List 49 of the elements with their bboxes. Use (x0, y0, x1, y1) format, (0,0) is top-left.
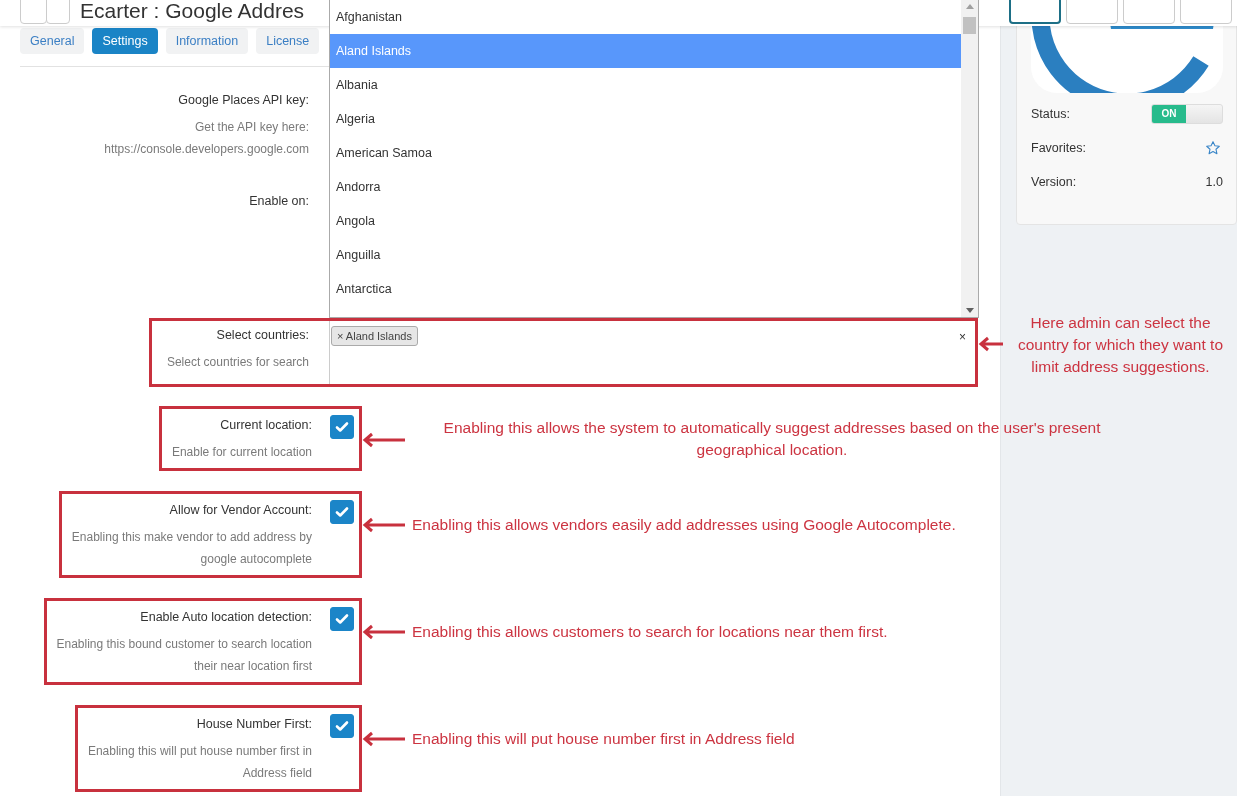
checkbox[interactable] (330, 500, 354, 524)
country-tag[interactable]: × Aland Islands (331, 326, 418, 346)
tab[interactable]: Information (165, 28, 249, 54)
toolbar-button[interactable] (1009, 0, 1061, 24)
field-label: House Number First: (195, 716, 312, 733)
field-label: Enable Auto location detection: (139, 609, 312, 626)
field-label: Select countries: (215, 327, 309, 344)
favorites-label: Favorites: (1031, 141, 1086, 155)
dropdown-option[interactable]: American Samoa (330, 136, 961, 170)
checkbox[interactable] (330, 607, 354, 631)
scrollbar-thumb[interactable] (963, 17, 976, 34)
nav-button[interactable] (46, 0, 70, 24)
annotation-text: Enabling this allows customers to search for locations near them first. (412, 622, 888, 642)
dropdown-option[interactable]: Anguilla (330, 238, 961, 272)
dropdown-option[interactable]: Afghanistan (330, 0, 961, 34)
page-title: Ecarter : Google Addres (80, 0, 305, 24)
checkbox[interactable] (330, 714, 354, 738)
annotation-text: Here admin can select the country for which they want to limit address suggestions. (1016, 313, 1224, 377)
annotation-text: Enabling this will put house number first in Address field (412, 729, 795, 749)
field-hint: Enabling this make vendor to add address by google autocomplete (71, 529, 312, 568)
field-hint: Get the API key here: https://console.developers.google.com (103, 119, 309, 158)
clear-button[interactable]: × (959, 330, 966, 344)
field-label: Current location: (219, 417, 312, 434)
field-label: Enable on: (248, 193, 309, 210)
status-label: Status: (1031, 107, 1070, 121)
dropdown-option[interactable]: Antarctica (330, 272, 961, 306)
field-hint: Enabling this bound customer to search location their near location first (56, 636, 312, 675)
dropdown-option[interactable]: Andorra (330, 170, 961, 204)
nav-button[interactable] (20, 0, 47, 24)
tab[interactable]: General (20, 28, 85, 54)
checkbox[interactable] (330, 415, 354, 439)
dropdown-option[interactable]: Albania (330, 68, 961, 102)
field-hint: Enable for current location (171, 444, 312, 461)
tab[interactable]: License (256, 28, 320, 54)
dropdown-option[interactable]: Algeria (330, 102, 961, 136)
dropdown-option[interactable]: Angola (330, 204, 961, 238)
field-hint: Enabling this will put house number first in Address field (87, 743, 312, 782)
star-icon[interactable] (1205, 140, 1221, 156)
field-hint: Select countries for search (165, 354, 309, 371)
version-value: 1.0 (1205, 175, 1223, 189)
caret-down-icon[interactable] (966, 308, 974, 313)
caret-up-icon[interactable] (966, 4, 974, 9)
scrollbar[interactable] (961, 0, 978, 317)
version-label: Version: (1031, 175, 1077, 189)
tab[interactable]: Settings (92, 28, 158, 54)
field-label: Google Places API key: (177, 92, 309, 109)
annotation-text: Enabling this allows the system to automatically suggest addresses based on the user's present geographical location. (442, 418, 1102, 460)
field-label: Allow for Vendor Account: (168, 502, 312, 519)
annotation-text: Enabling this allows vendors easily add addresses using Google Autocomplete. (412, 515, 956, 535)
